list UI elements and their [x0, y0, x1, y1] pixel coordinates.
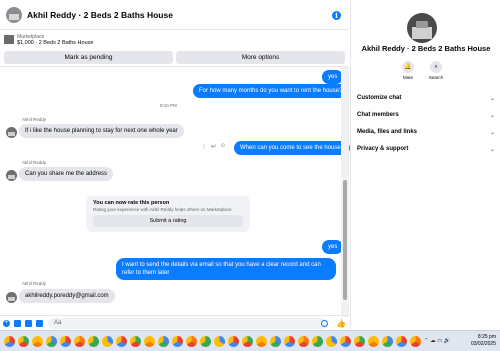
listing-name[interactable]: $1,000 · 2 Beds 2 Baths House: [17, 40, 93, 46]
system-tray-icons[interactable]: ⌃ ☁ ▭ 🔊: [424, 338, 451, 344]
taskbar-app-icon[interactable]: [18, 336, 29, 347]
taskbar-app-icon[interactable]: [186, 336, 197, 347]
section-label: Privacy & support: [357, 146, 409, 152]
rating-title: You can now rate this person: [93, 200, 170, 206]
taskbar-clock[interactable]: 8:25 pm 03/02/2025: [470, 334, 496, 347]
message-timestamp: 8:10 PM: [160, 103, 177, 108]
taskbar-app-icon[interactable]: [354, 336, 365, 347]
listing-thumbnail[interactable]: [4, 35, 14, 44]
taskbar-app-icon[interactable]: [214, 336, 225, 347]
taskbar-app-icon[interactable]: [144, 336, 155, 347]
message-list: yes For how many months do you want to r…: [0, 67, 351, 315]
incoming-message: Can you share me the address: [19, 167, 114, 182]
mute-label: Mute: [402, 75, 413, 80]
taskbar-app-icon[interactable]: [116, 336, 127, 347]
taskbar-app-icon[interactable]: [74, 336, 85, 347]
rating-subtitle: Rating your experience with Akhil Reddy …: [93, 207, 233, 212]
contact-avatar-large: [407, 13, 437, 43]
chevron-down-icon: ⌄: [489, 95, 495, 102]
taskbar-app-icon[interactable]: [256, 336, 267, 347]
taskbar-app-icon[interactable]: [312, 336, 323, 347]
chevron-down-icon: ⌄: [489, 112, 495, 119]
taskbar-app-icon[interactable]: [102, 336, 113, 347]
emoji-icon[interactable]: [321, 320, 328, 327]
outgoing-message: When can you come to see the house?: [234, 141, 351, 156]
mute-action[interactable]: 🔔 Mute: [393, 61, 423, 80]
taskbar-app-icon[interactable]: [158, 336, 169, 347]
sender-name: Akhil Reddy: [22, 281, 47, 286]
chat-title[interactable]: Akhil Reddy · 2 Beds 2 Baths House: [27, 10, 173, 20]
outgoing-message: I want to send the details via email so …: [116, 258, 336, 281]
taskbar-app-icon[interactable]: [326, 336, 337, 347]
image-icon[interactable]: [14, 319, 21, 327]
avatar: [6, 127, 17, 138]
taskbar-app-icon[interactable]: [4, 336, 15, 347]
scrollbar-thumb[interactable]: [343, 180, 347, 300]
chevron-down-icon: ⌄: [489, 146, 495, 153]
taskbar-app-icon[interactable]: [368, 336, 379, 347]
search-action[interactable]: ⌕ Search: [421, 61, 451, 80]
section-label: Media, files and links: [357, 129, 418, 135]
bell-icon[interactable]: 🔔: [402, 61, 414, 73]
like-icon[interactable]: 👍: [336, 319, 346, 328]
taskbar-app-icon[interactable]: [340, 336, 351, 347]
chat-header: Akhil Reddy · 2 Beds 2 Baths House i: [0, 0, 349, 30]
taskbar-app-icon[interactable]: [284, 336, 295, 347]
taskbar-app-icon[interactable]: [242, 336, 253, 347]
contact-name: Akhil Reddy · 2 Beds 2 Baths House: [361, 44, 491, 53]
conversation-details-panel: Akhil Reddy · 2 Beds 2 Baths House 🔔 Mut…: [350, 0, 500, 330]
avatar: [6, 170, 17, 181]
more-options-button[interactable]: More options: [176, 51, 345, 64]
reply-icon[interactable]: ↩: [211, 143, 216, 150]
taskbar-app-icon[interactable]: [410, 336, 421, 347]
messenger-window: Akhil Reddy · 2 Beds 2 Baths House i Mar…: [0, 0, 500, 330]
submit-rating-button[interactable]: Submit a rating: [93, 215, 243, 227]
info-icon[interactable]: i: [332, 11, 341, 20]
section-label: Customize chat: [357, 95, 402, 101]
taskbar-app-icon[interactable]: [396, 336, 407, 347]
taskbar-app-icon[interactable]: [382, 336, 393, 347]
taskbar-app-icon[interactable]: [130, 336, 141, 347]
plus-icon[interactable]: +: [3, 319, 10, 327]
incoming-message: If i like the house planning to stay for…: [19, 124, 184, 139]
more-icon[interactable]: ⋮: [201, 143, 207, 150]
media-files-links-section[interactable]: Media, files and links ⌄: [355, 126, 495, 138]
mark-as-pending-button[interactable]: Mark as pending: [4, 51, 173, 64]
taskbar-app-icon[interactable]: [172, 336, 183, 347]
outgoing-message: For how many months do you want to rent …: [193, 84, 349, 99]
section-label: Chat members: [357, 112, 399, 118]
taskbar: ⌃ ☁ ▭ 🔊 8:25 pm 03/02/2025: [0, 330, 500, 351]
search-icon[interactable]: ⌕: [430, 61, 442, 73]
gif-icon[interactable]: [36, 319, 43, 327]
chevron-down-icon: ⌄: [489, 129, 495, 136]
message-composer: + Aa 👍: [0, 315, 349, 330]
privacy-support-section[interactable]: Privacy & support ⌄: [355, 143, 495, 155]
search-label: Search: [428, 75, 444, 80]
contact-avatar[interactable]: [6, 6, 22, 23]
taskbar-app-icon[interactable]: [270, 336, 281, 347]
chat-pane: Akhil Reddy · 2 Beds 2 Baths House i Mar…: [0, 0, 351, 330]
clock-date: 03/02/2025: [470, 340, 496, 347]
taskbar-app-icon[interactable]: [88, 336, 99, 347]
customize-chat-section[interactable]: Customize chat ⌄: [355, 92, 495, 104]
chat-members-section[interactable]: Chat members ⌄: [355, 109, 495, 121]
message-input[interactable]: Aa: [48, 318, 328, 329]
taskbar-app-icon[interactable]: [298, 336, 309, 347]
incoming-message: akhilreddy.poreddy@gmail.com: [19, 289, 115, 304]
avatar: [6, 292, 17, 303]
taskbar-app-icon[interactable]: [46, 336, 57, 347]
taskbar-app-icon[interactable]: [228, 336, 239, 347]
rating-card: You can now rate this person Rating your…: [86, 196, 250, 232]
message-actions: ⋮ ↩ ☺: [201, 143, 226, 150]
sticker-icon[interactable]: [25, 319, 32, 327]
taskbar-app-icon[interactable]: [32, 336, 43, 347]
react-icon[interactable]: ☺: [220, 143, 226, 150]
taskbar-app-icon[interactable]: [200, 336, 211, 347]
sender-name: Akhil Reddy: [22, 117, 47, 122]
taskbar-app-icon[interactable]: [60, 336, 71, 347]
sender-name: Akhil Reddy: [22, 160, 47, 165]
